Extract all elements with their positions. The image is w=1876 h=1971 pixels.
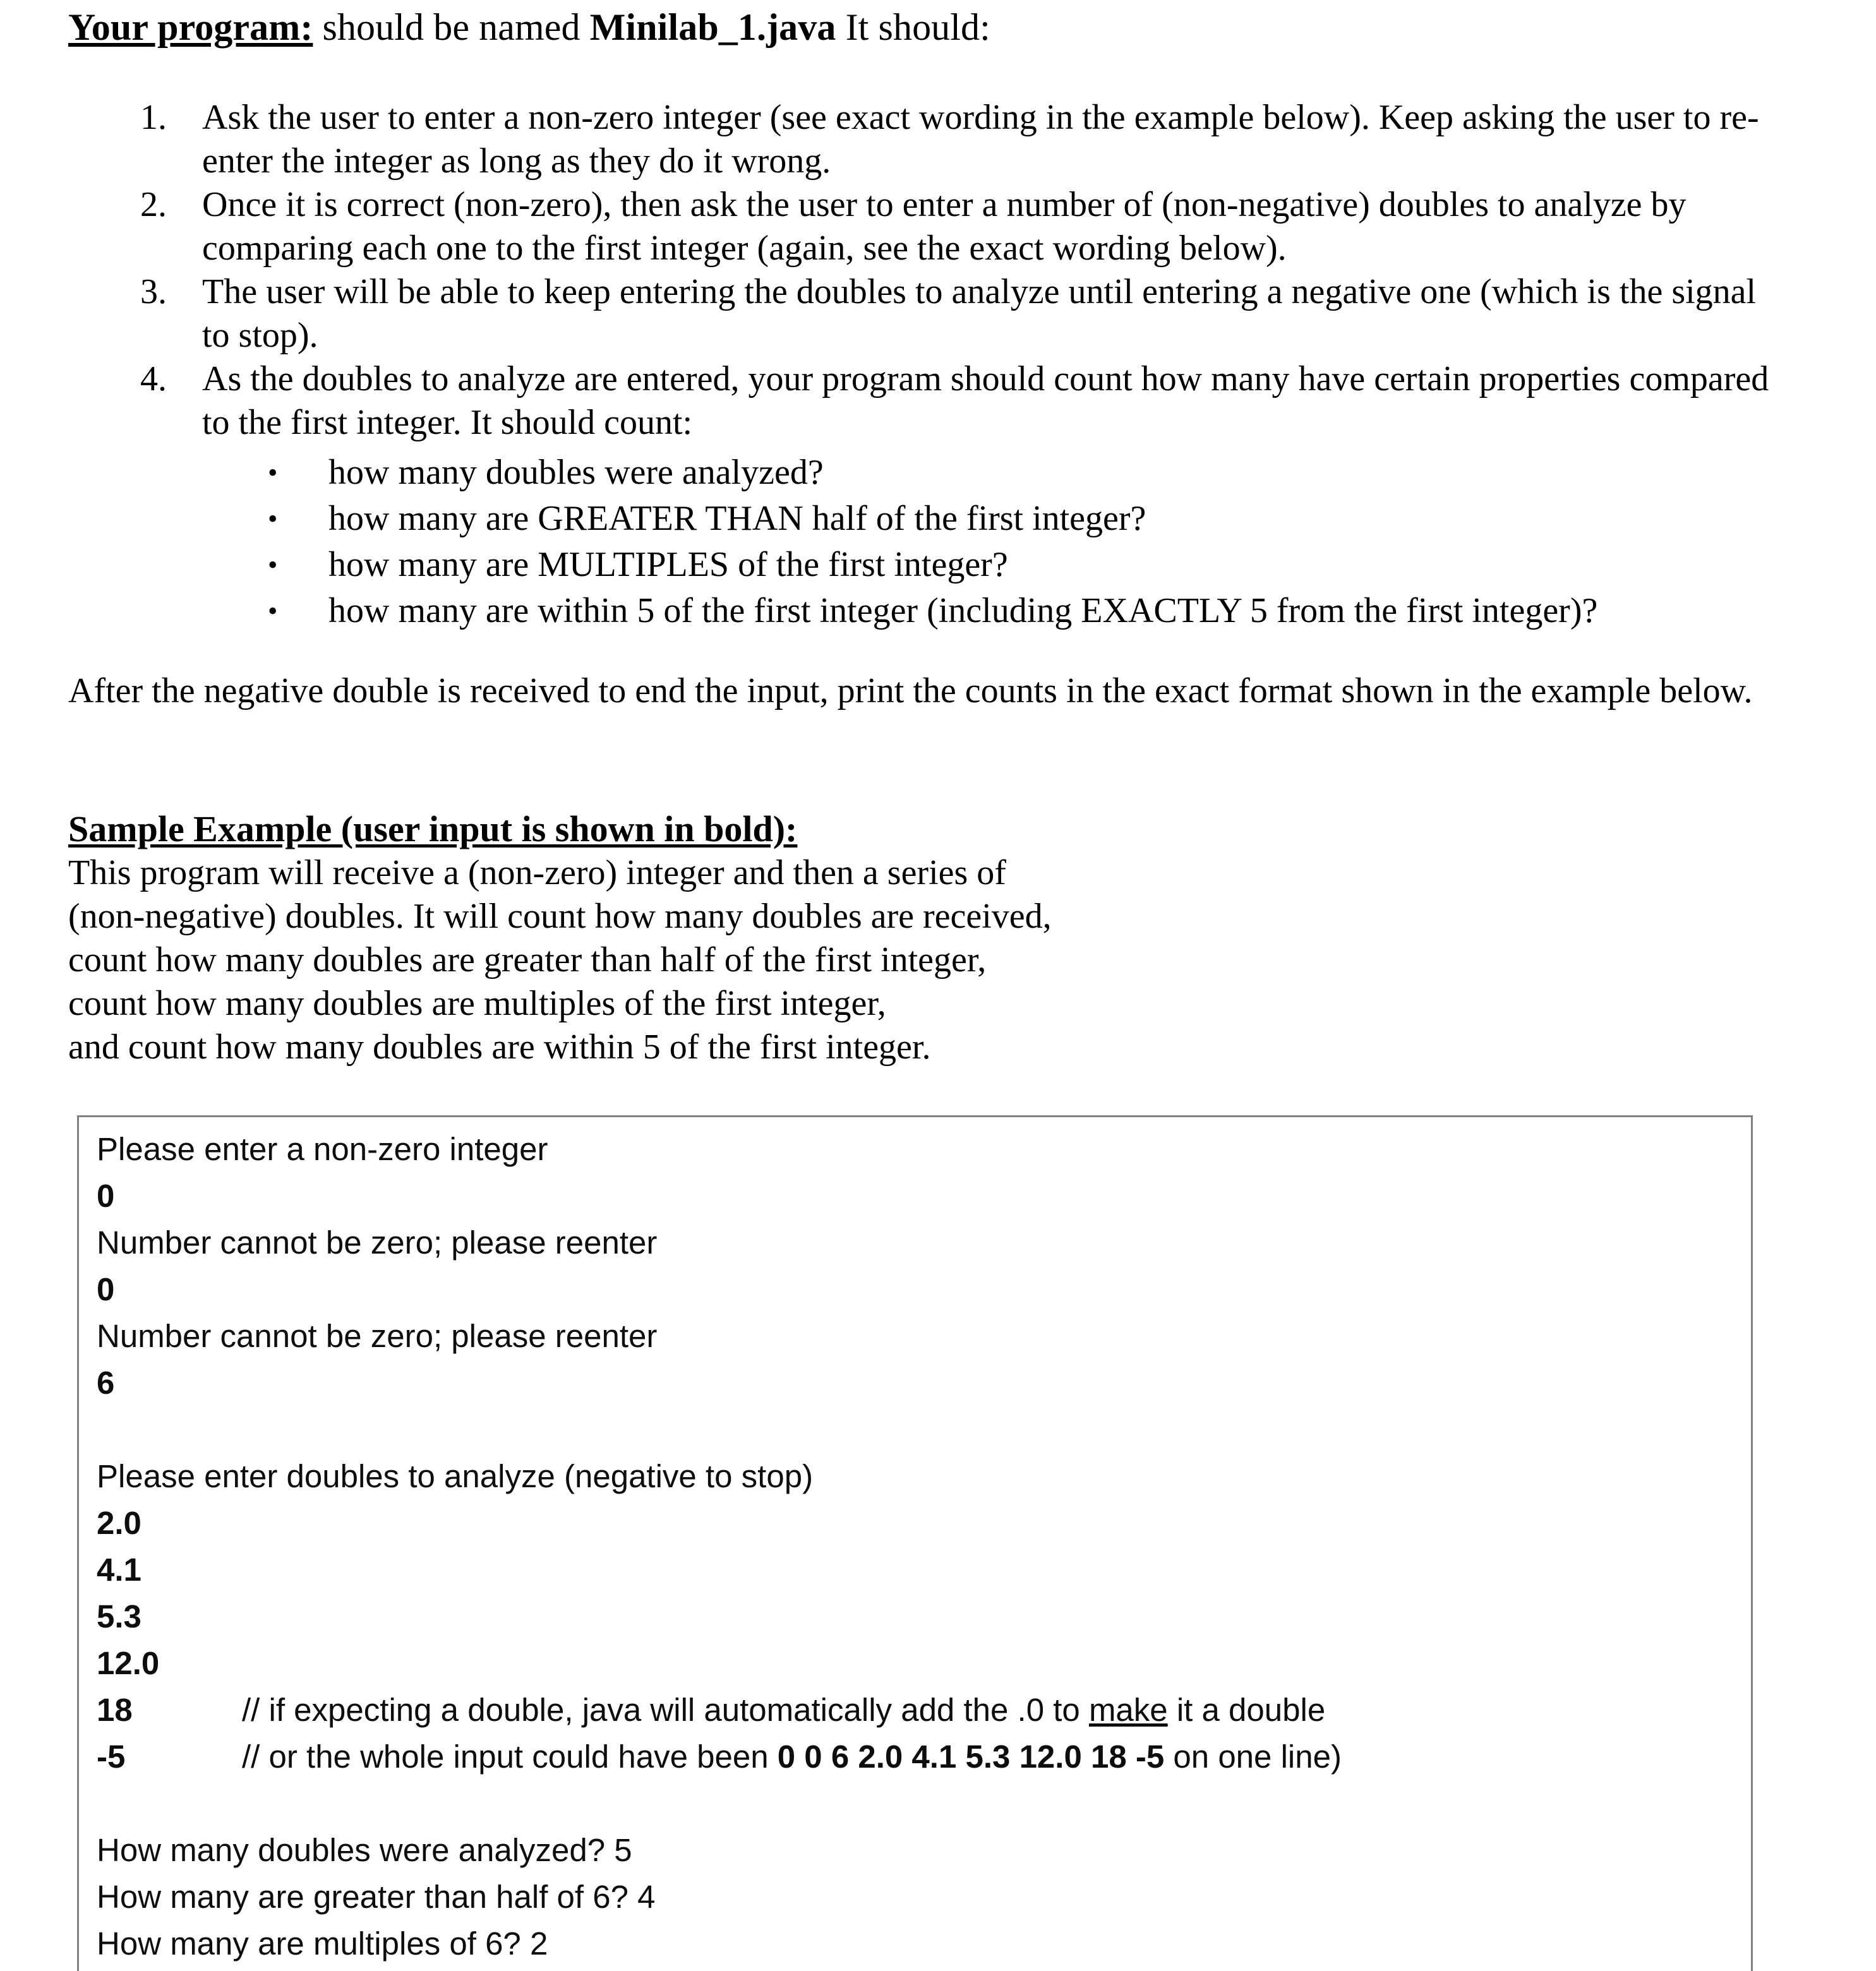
console-user-input: 2.0 [97, 1505, 141, 1541]
console-comment-bold-sequence: 0 0 6 2.0 4.1 5.3 12.0 18 -5 [777, 1739, 1165, 1775]
count-properties-list: • how many doubles were analyzed? • how … [264, 450, 1812, 634]
list-marker: 1. [140, 98, 167, 137]
console-line-input: 6 [97, 1360, 1751, 1406]
list-marker: 3. [140, 272, 167, 311]
console-line-output: How many doubles were analyzed? 5 [97, 1832, 632, 1868]
console-line-input: 0 [97, 1173, 1751, 1219]
list-marker: 4. [140, 359, 167, 398]
console-line-output: Number cannot be zero; please reenter [97, 1225, 658, 1261]
console-user-input: 5.3 [97, 1598, 141, 1634]
console-line-input: 12.0 [97, 1640, 1751, 1687]
console-user-input: 4.1 [97, 1552, 141, 1588]
list-marker: 2. [140, 185, 167, 224]
sample-desc-line: count how many doubles are multiples of … [68, 984, 886, 1023]
sample-desc-line: This program will receive a (non-zero) i… [68, 853, 1006, 892]
console-line-output: How many are greater than half of 6? 4 [97, 1879, 656, 1915]
bullet-icon: • [268, 549, 278, 580]
list-item: • how many are GREATER THAN half of the … [264, 496, 1812, 542]
title-prefix: Your program: [68, 6, 313, 48]
console-comment-before: // if expecting a double, java will auto… [242, 1692, 1089, 1728]
bullet-icon: • [268, 503, 278, 534]
console-line-output: Number cannot be zero; please reenter [97, 1318, 658, 1354]
console-line-output: How many are multiples of 6? 2 [97, 1926, 548, 1962]
list-item: • how many are within 5 of the first int… [264, 588, 1812, 634]
list-item-text: The user will be able to keep entering t… [202, 272, 1757, 355]
console-line-input: 4.1 [97, 1547, 1751, 1593]
sample-desc-line: (non-negative) doubles. It will count ho… [68, 897, 1052, 936]
sample-desc-line: and count how many doubles are within 5 … [68, 1027, 931, 1067]
bullet-icon: • [268, 457, 278, 488]
console-comment-after: on one line) [1164, 1739, 1342, 1775]
console-line-input-commented: 18 // if expecting a double, java will au… [97, 1687, 1751, 1734]
console-comment-after: it a double [1167, 1692, 1326, 1728]
console-user-input: -5 [97, 1739, 126, 1775]
console-comment-before: // or the whole input could have been [242, 1739, 778, 1775]
list-item: 4. As the doubles to analyze are entered… [140, 357, 1783, 445]
console-user-input: 6 [97, 1365, 115, 1401]
list-item-text: how many are MULTIPLES of the first inte… [328, 545, 1008, 584]
list-item-text: how many doubles were analyzed? [328, 453, 824, 492]
console-comment-spellflag: make [1088, 1692, 1168, 1728]
bullet-icon: • [268, 596, 278, 626]
sample-example-heading: Sample Example (user input is shown in b… [68, 808, 798, 849]
console-line-input: 2.0 [97, 1500, 1751, 1547]
console-line-input-commented: -5// or the whole input could have been … [97, 1734, 1751, 1780]
title-suffix: It should: [836, 6, 990, 48]
list-item-text: Ask the user to enter a non-zero integer… [202, 98, 1759, 181]
list-item: 1. Ask the user to enter a non-zero inte… [140, 96, 1783, 183]
console-line-output: Please enter a non-zero integer [97, 1131, 548, 1167]
list-item: 3. The user will be able to keep enterin… [140, 270, 1783, 357]
console-user-input: 0 [97, 1178, 115, 1214]
console-user-input: 0 [97, 1271, 115, 1307]
console-line-output: Please enter doubles to analyze (negativ… [97, 1458, 814, 1494]
console-user-input: 18 [97, 1692, 133, 1728]
list-item: 2. Once it is correct (non-zero), then a… [140, 183, 1783, 270]
console-output-box: Please enter a non-zero integer 0 Number… [77, 1115, 1753, 1971]
console-user-input: 12.0 [97, 1645, 160, 1681]
console-line-input: 0 [97, 1266, 1751, 1313]
list-item-text: Once it is correct (non-zero), then ask … [202, 185, 1687, 268]
document-page: Your program: should be named Minilab_1.… [0, 0, 1876, 1971]
sample-desc-line: count how many doubles are greater than … [68, 940, 987, 980]
console-transcript: Please enter a non-zero integer 0 Number… [97, 1126, 1751, 1967]
console-line-input: 5.3 [97, 1593, 1751, 1640]
list-item: • how many doubles were analyzed? [264, 450, 1812, 496]
after-input-paragraph: After the negative double is received to… [68, 671, 1753, 710]
list-item-text: how many are GREATER THAN half of the fi… [328, 499, 1146, 538]
list-item-text: how many are within 5 of the first integ… [328, 591, 1598, 630]
list-item-text: As the doubles to analyze are entered, y… [202, 359, 1769, 442]
sample-example-description: This program will receive a (non-zero) i… [68, 851, 1052, 1069]
requirements-list: 1. Ask the user to enter a non-zero inte… [140, 96, 1783, 445]
list-item: • how many are MULTIPLES of the first in… [264, 542, 1812, 588]
title-mid: should be named [313, 6, 590, 48]
page-title: Your program: should be named Minilab_1.… [68, 5, 990, 49]
title-filename: Minilab_1.java [589, 6, 836, 48]
